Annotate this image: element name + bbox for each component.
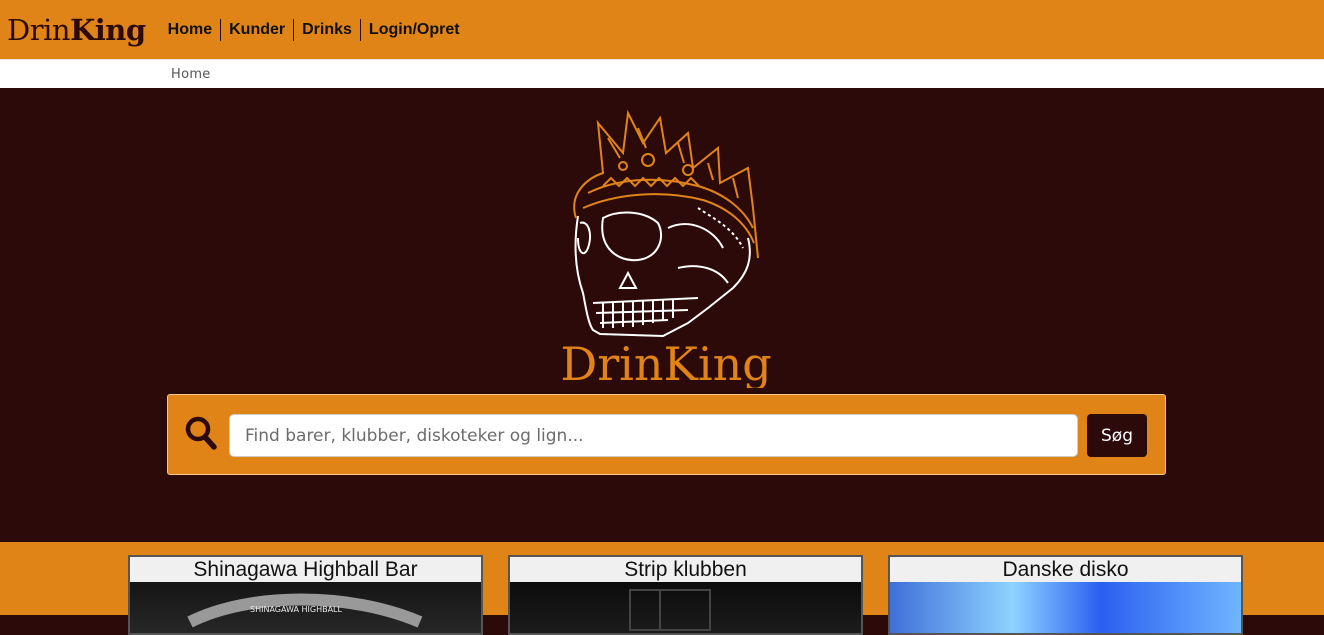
- crown-icon: [573, 109, 759, 259]
- skull-icon: [574, 207, 751, 338]
- brand-name-part1: Drin: [7, 13, 71, 47]
- brand-logo[interactable]: DrinKing: [7, 16, 146, 45]
- nav-drinks[interactable]: Drinks: [294, 19, 360, 41]
- top-navbar: DrinKing Home Kunder Drinks Login/Opret: [0, 0, 1324, 59]
- nav-kunder[interactable]: Kunder: [221, 19, 293, 41]
- venue-card-strip-klubben[interactable]: Strip klubben: [508, 555, 863, 635]
- venue-card-title[interactable]: Strip klubben: [510, 557, 861, 582]
- venue-card-title[interactable]: Shinagawa Highball Bar: [130, 557, 481, 582]
- breadcrumb: Home: [0, 59, 1324, 88]
- main-nav: Home Kunder Drinks Login/Opret: [160, 18, 468, 41]
- venue-card-image[interactable]: [510, 582, 861, 633]
- venue-card-shinagawa[interactable]: Shinagawa Highball Bar SHINAGAWA HIGHBAL…: [128, 555, 483, 635]
- breadcrumb-home[interactable]: Home: [171, 67, 211, 82]
- venue-image-sign-text: SHINAGAWA HIGHBALL: [250, 605, 343, 614]
- venue-image-sign: SHINAGAWA HIGHBALL: [187, 593, 423, 628]
- nav-home[interactable]: Home: [160, 19, 220, 41]
- search-button[interactable]: Søg: [1087, 414, 1147, 457]
- venue-image-scene: [629, 589, 711, 631]
- search-panel: Søg: [167, 394, 1166, 475]
- venue-card-danske-disko[interactable]: Danske disko: [888, 555, 1243, 635]
- brand-name-part2: King: [70, 13, 146, 47]
- search-icon: [185, 416, 217, 450]
- search-input[interactable]: [229, 414, 1078, 457]
- venue-card-image[interactable]: SHINAGAWA HIGHBALL: [130, 582, 481, 633]
- logo-text: DrinKing: [560, 337, 771, 388]
- venue-cards: Shinagawa Highball Bar SHINAGAWA HIGHBAL…: [0, 542, 1324, 635]
- venue-card-title[interactable]: Danske disko: [890, 557, 1241, 582]
- skull-crown-logo: DrinKing: [560, 109, 772, 388]
- nav-login[interactable]: Login/Opret: [361, 19, 468, 41]
- hero-section: DrinKing Søg: [0, 88, 1324, 542]
- venue-card-image[interactable]: [890, 582, 1241, 633]
